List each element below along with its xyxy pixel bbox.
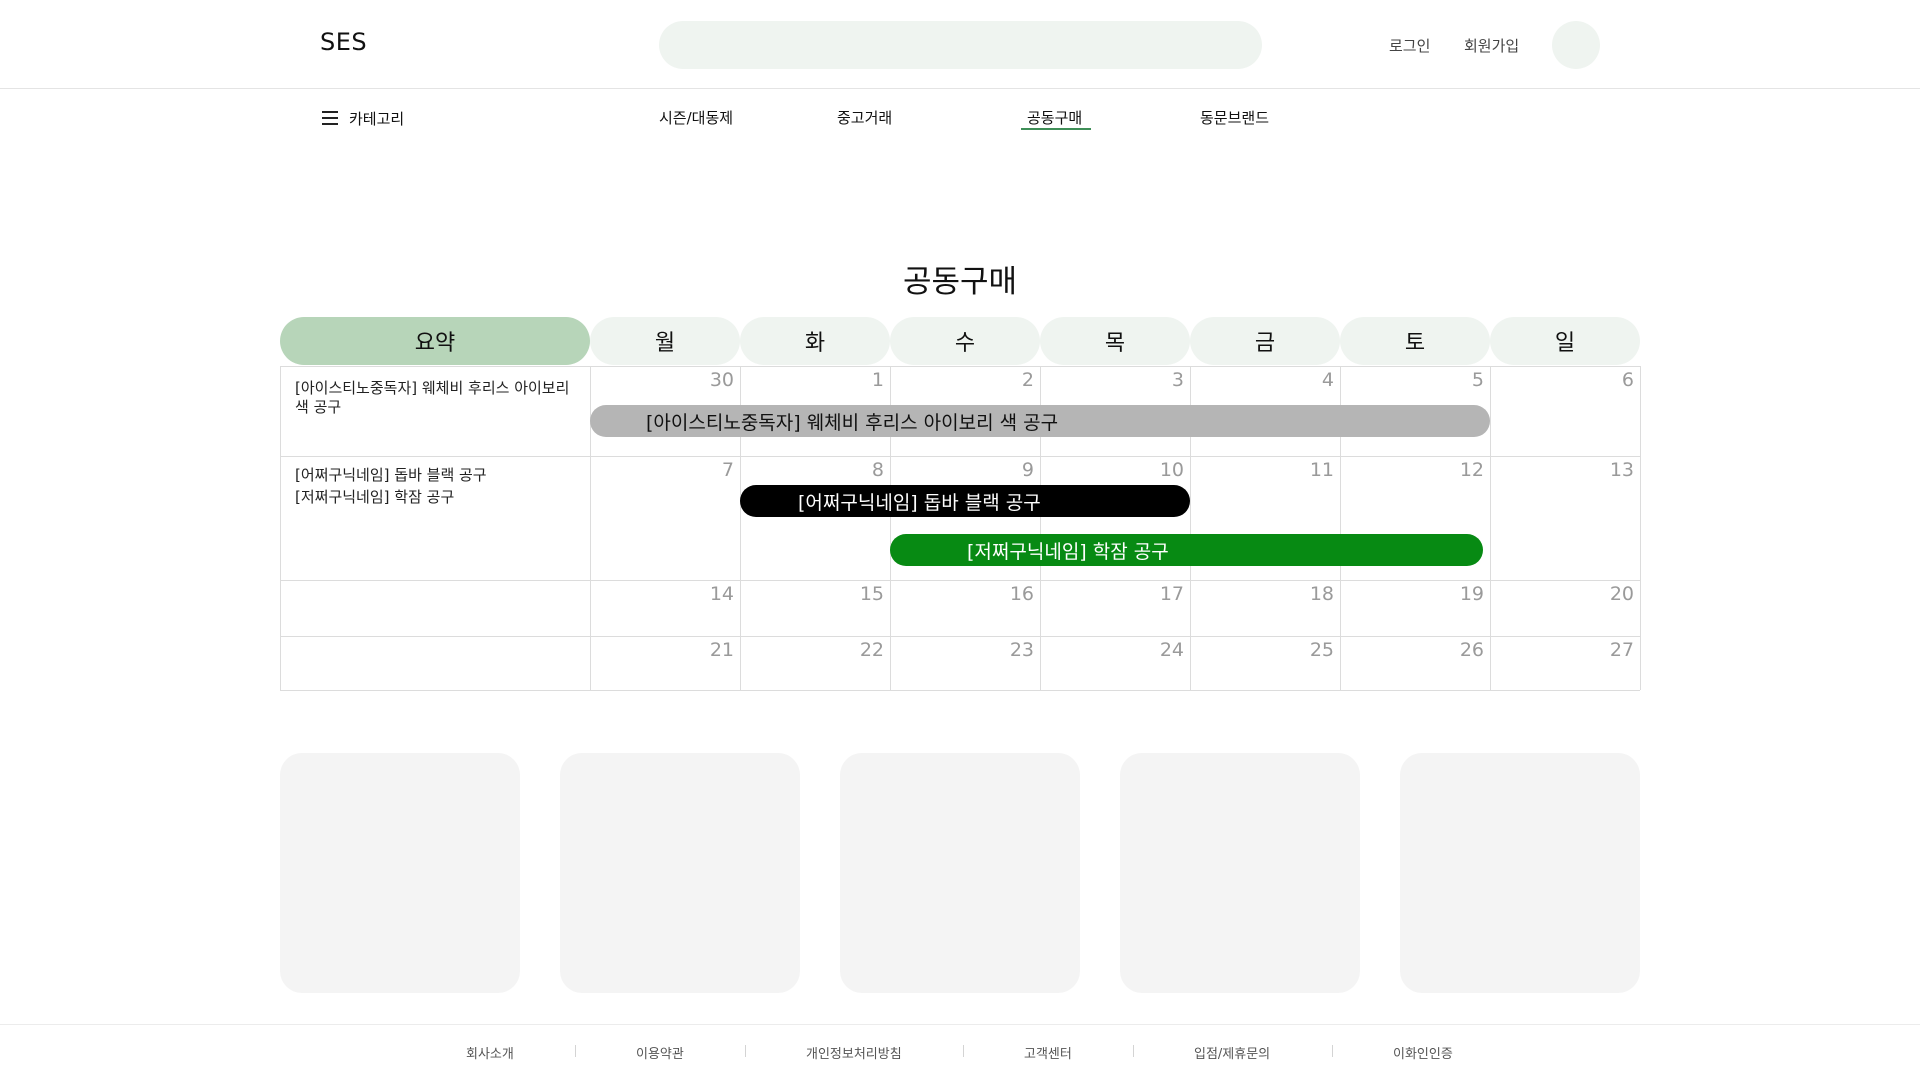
footer-link-support[interactable]: 고객센터 (1024, 1043, 1072, 1062)
week-summary-item[interactable]: [아이스티노중독자] 웨체비 후리스 아이보리 색 공구 (295, 379, 580, 417)
calendar-day-number[interactable]: 1 (824, 369, 884, 391)
calendar-day-number[interactable]: 18 (1274, 583, 1334, 605)
calendar-gridline (280, 366, 1640, 367)
calendar-day-number[interactable]: 26 (1424, 639, 1484, 661)
calendar-header-day: 일 (1490, 317, 1640, 365)
nav-item-alumni-brand[interactable]: 동문브랜드 (1200, 107, 1269, 128)
event-bar[interactable]: [아이스티노중독자] 웨체비 후리스 아이보리 색 공구 (590, 405, 1490, 437)
calendar-gridline (280, 366, 281, 690)
calendar-day-number[interactable]: 27 (1574, 639, 1634, 661)
calendar-header-day: 화 (740, 317, 890, 365)
calendar-header-day: 금 (1190, 317, 1340, 365)
login-link[interactable]: 로그인 (1389, 35, 1430, 56)
week-summary-item[interactable]: [어쩌구닉네임] 돕바 블랙 공구 (295, 464, 580, 486)
product-card[interactable] (840, 753, 1080, 993)
calendar-gridline (1490, 366, 1491, 690)
category-menu-button[interactable]: 카테고리 (322, 107, 404, 129)
calendar-day-number[interactable]: 22 (824, 639, 884, 661)
calendar-day-number[interactable]: 25 (1274, 639, 1334, 661)
event-bar[interactable]: [저쩌구닉네임] 학잠 공구 (890, 534, 1483, 566)
footer-divider (963, 1045, 964, 1057)
calendar-day-number[interactable]: 24 (1124, 639, 1184, 661)
footer-divider (1133, 1045, 1134, 1057)
calendar-day-number[interactable]: 20 (1574, 583, 1634, 605)
calendar-day-number[interactable]: 15 (824, 583, 884, 605)
calendar-day-number[interactable]: 8 (824, 459, 884, 481)
week-summary-item[interactable]: [저쩌구닉네임] 학잠 공구 (295, 486, 580, 508)
site-logo[interactable]: SES (320, 28, 367, 56)
nav-item-secondhand[interactable]: 중고거래 (837, 107, 892, 128)
hamburger-icon (322, 111, 338, 125)
avatar[interactable] (1552, 21, 1600, 69)
calendar-gridline (1640, 366, 1641, 690)
nav-active-indicator (1021, 128, 1091, 130)
calendar-day-number[interactable]: 19 (1424, 583, 1484, 605)
calendar-day-number[interactable]: 14 (674, 583, 734, 605)
calendar-day-number[interactable]: 21 (674, 639, 734, 661)
week-summary: [어쩌구닉네임] 돕바 블랙 공구 [저쩌구닉네임] 학잠 공구 (295, 464, 580, 508)
calendar-day-number[interactable]: 7 (674, 459, 734, 481)
footer-link-privacy[interactable]: 개인정보처리방침 (806, 1043, 902, 1062)
calendar-header-day: 수 (890, 317, 1040, 365)
calendar-day-number[interactable]: 4 (1274, 369, 1334, 391)
calendar-day-number[interactable]: 10 (1124, 459, 1184, 481)
footer-link-verification[interactable]: 이화인인증 (1393, 1043, 1453, 1062)
calendar-day-number[interactable]: 30 (674, 369, 734, 391)
product-card[interactable] (1400, 753, 1640, 993)
signup-link[interactable]: 회원가입 (1464, 35, 1519, 56)
calendar-day-number[interactable]: 16 (974, 583, 1034, 605)
product-card[interactable] (280, 753, 520, 993)
calendar-day-number[interactable]: 5 (1424, 369, 1484, 391)
calendar-header-day: 목 (1040, 317, 1190, 365)
product-card[interactable] (1120, 753, 1360, 993)
calendar-day-number[interactable]: 6 (1574, 369, 1634, 391)
calendar-gridline (280, 456, 1640, 457)
calendar-header-summary: 요약 (280, 317, 590, 365)
calendar-day-number[interactable]: 23 (974, 639, 1034, 661)
footer-divider (745, 1045, 746, 1057)
week-summary: [아이스티노중독자] 웨체비 후리스 아이보리 색 공구 (295, 379, 580, 417)
calendar-gridline (280, 636, 1640, 637)
page-title: 공동구매 (902, 264, 1018, 300)
calendar-header-day: 토 (1340, 317, 1490, 365)
category-label: 카테고리 (349, 109, 405, 128)
search-input[interactable] (659, 21, 1262, 69)
calendar-day-number[interactable]: 9 (974, 459, 1034, 481)
calendar-day-number[interactable]: 12 (1424, 459, 1484, 481)
calendar-day-number[interactable]: 3 (1124, 369, 1184, 391)
footer-link-partnership[interactable]: 입점/제휴문의 (1194, 1043, 1270, 1062)
calendar-header-day: 월 (590, 317, 740, 365)
nav-item-season[interactable]: 시즌/대동제 (659, 107, 733, 128)
footer-divider (1332, 1045, 1333, 1057)
product-card[interactable] (560, 753, 800, 993)
calendar-day-number[interactable]: 17 (1124, 583, 1184, 605)
calendar-day-number[interactable]: 11 (1274, 459, 1334, 481)
footer-link-terms[interactable]: 이용약관 (636, 1043, 684, 1062)
calendar-day-number[interactable]: 13 (1574, 459, 1634, 481)
footer-divider (575, 1045, 576, 1057)
calendar-gridline (280, 580, 1640, 581)
calendar-day-number[interactable]: 2 (974, 369, 1034, 391)
site-header: SES 로그인 회원가입 (0, 0, 1920, 89)
footer-link-about[interactable]: 회사소개 (466, 1043, 514, 1062)
calendar-gridline (280, 690, 1640, 691)
site-footer (0, 1024, 1920, 1080)
event-bar[interactable]: [어쩌구닉네임] 돕바 블랙 공구 (740, 485, 1190, 517)
